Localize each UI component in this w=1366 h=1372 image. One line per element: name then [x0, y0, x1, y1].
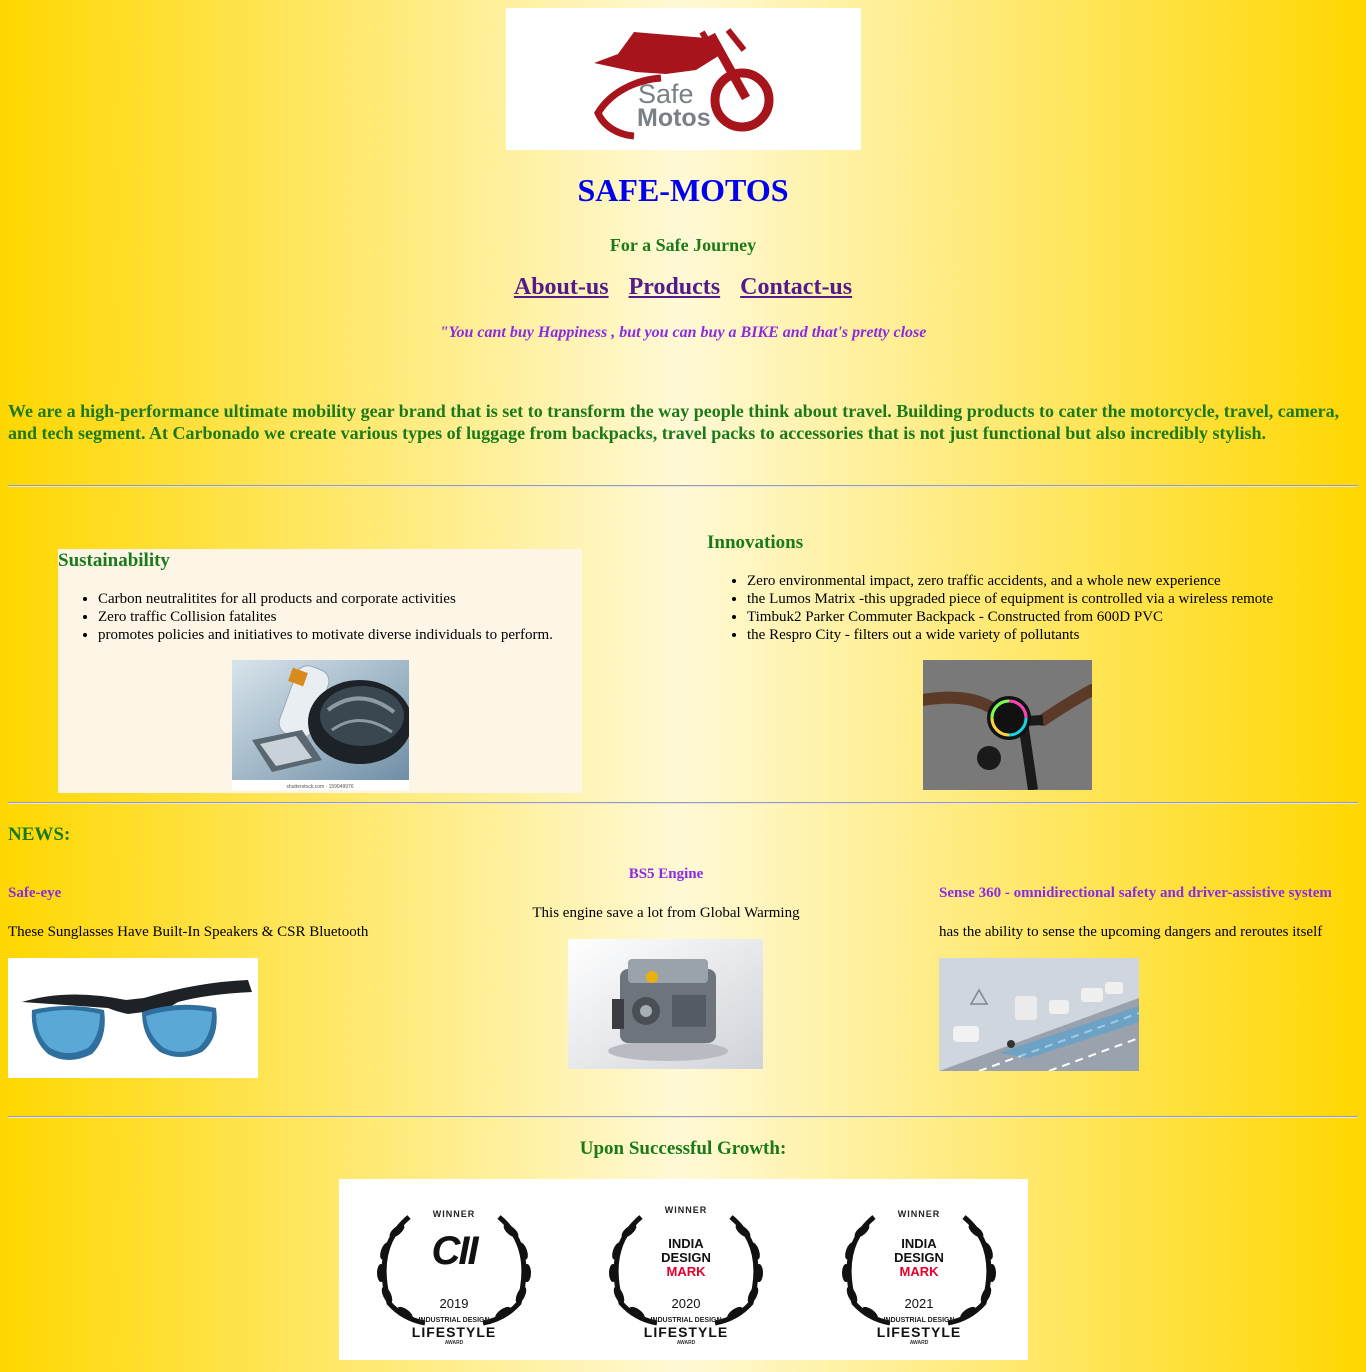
divider — [8, 485, 1358, 487]
list-item: promotes policies and initiatives to mot… — [98, 626, 658, 644]
award-badge-2020: WINNER INDIA DESIGN MARK 2020 INDUSTRIAL… — [571, 1179, 801, 1360]
svg-text:Motos: Motos — [637, 104, 711, 132]
sunglasses-image — [8, 958, 258, 1078]
road-traffic-image — [939, 958, 1140, 1072]
news-bs5-engine-title: BS5 Engine — [628, 866, 704, 882]
list-item: the Respro City - filters out a wide var… — [747, 626, 1366, 644]
list-item: Timbuk2 Parker Commuter Backpack - Const… — [747, 608, 1366, 626]
divider — [8, 1116, 1358, 1118]
list-item: Zero traffic Collision fatalites — [98, 608, 658, 626]
nav-link-about-us[interactable]: About-us — [514, 274, 609, 300]
quote: "You cant buy Happiness , but you can bu… — [439, 324, 927, 341]
list-item: Zero environmental impact, zero traffic … — [747, 572, 1366, 590]
nav-link-contact-us[interactable]: Contact-us — [740, 274, 852, 300]
news-sense-360-text: has the ability to sense the upcoming da… — [939, 924, 1323, 940]
innovations-list: Zero environmental impact, zero traffic … — [707, 572, 1366, 644]
sustainability-list: Carbon neutralitites for all products an… — [58, 590, 658, 644]
helmet-gear-image: shutterstock.com · 159049976 — [232, 660, 412, 790]
news-safe-eye-title: Safe-eye — [8, 885, 62, 901]
svg-text:shutterstock.com · 159049976: shutterstock.com · 159049976 — [286, 784, 353, 790]
news-safe-eye-text: These Sunglasses Have Built-In Speakers … — [8, 924, 369, 940]
india-design-mark-logo: INDIA DESIGN MARK — [894, 1236, 944, 1279]
bike-light-image — [917, 660, 1098, 791]
award-badge-2019: WINNER CII 2019 INDUSTRIAL DESIGN LIFEST… — [339, 1179, 569, 1360]
nav-link-products[interactable]: Products — [629, 274, 721, 300]
list-item: the Lumos Matrix -this upgraded piece of… — [747, 590, 1366, 608]
india-design-mark-logo: INDIA DESIGN MARK — [661, 1236, 711, 1279]
site-title: SAFE-MOTOS — [577, 172, 789, 208]
list-item: Carbon neutralitites for all products an… — [98, 590, 658, 608]
news-bs5-engine-text: This engine save a lot from Global Warmi… — [532, 905, 800, 921]
innovations-heading: Innovations — [707, 532, 804, 553]
news-heading: NEWS: — [8, 824, 71, 845]
divider — [8, 802, 1358, 804]
award-badge-2021: WINNER INDIA DESIGN MARK 2021 INDUSTRIAL… — [804, 1179, 1034, 1360]
news-sense-360-title: Sense 360 - omnidirectional safety and d… — [939, 885, 1332, 901]
cii-logo: CII — [431, 1229, 478, 1273]
sustainability-heading: Sustainability — [58, 550, 170, 571]
growth-heading: Upon Successful Growth: — [579, 1138, 787, 1159]
engine-image — [568, 939, 763, 1069]
awards-image: WINNER CII 2019 INDUSTRIAL DESIGN LIFEST… — [339, 1179, 1028, 1360]
site-logo: Safe Motos — [506, 8, 861, 150]
motorcycle-logo-icon: Safe Motos — [594, 28, 774, 140]
intro-paragraph: We are a high-performance ultimate mobil… — [8, 401, 1340, 443]
main-nav: About-us Products Contact-us — [0, 274, 1366, 301]
site-tagline: For a Safe Journey — [609, 235, 757, 255]
